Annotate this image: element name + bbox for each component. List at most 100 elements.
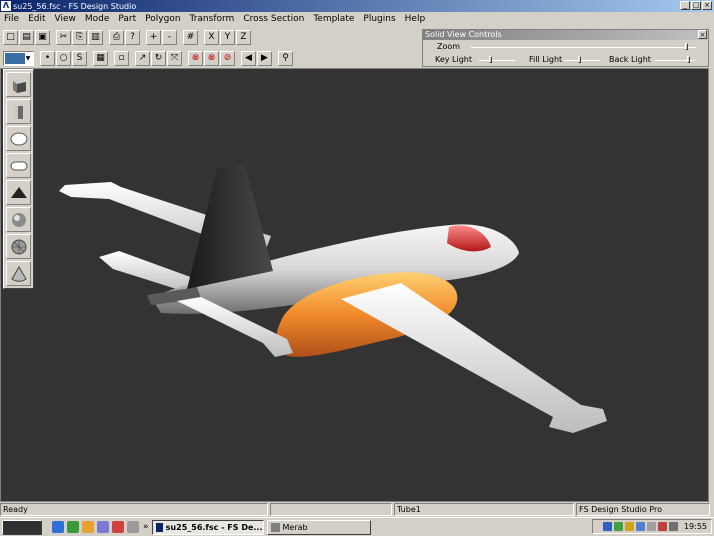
save-icon[interactable]: ▣	[35, 29, 50, 45]
window-app-icon	[270, 522, 280, 532]
fill-light-slider-track[interactable]	[564, 60, 600, 61]
key-light-slider-track[interactable]	[479, 60, 515, 61]
fsds-app-icon	[155, 522, 163, 532]
shape-selector[interactable]: ▼	[3, 50, 34, 66]
arrow-icon[interactable]: ↗	[135, 50, 150, 66]
system-tray: 19:55	[592, 519, 712, 534]
geosphere-icon[interactable]	[6, 234, 31, 259]
no-edit-icon[interactable]: ⊘	[220, 50, 235, 66]
maximize-button[interactable]: □	[691, 1, 701, 10]
tray-volume-icon[interactable]	[668, 522, 678, 531]
template-icon[interactable]: ▫	[114, 50, 129, 66]
browser-icon[interactable]	[52, 521, 64, 533]
prev-icon[interactable]: ◀	[241, 50, 256, 66]
back-light-slider-thumb[interactable]	[687, 56, 691, 63]
tool-icon[interactable]	[82, 521, 94, 533]
title-bar[interactable]: Λ su25_56.fsc - FS Design Studio _ □ ×	[0, 0, 714, 12]
menu-plugins[interactable]: Plugins	[363, 14, 395, 24]
sphere-icon[interactable]	[6, 207, 31, 232]
window-title: su25_56.fsc - FS Design Studio	[13, 1, 137, 11]
menu-view[interactable]: View	[55, 14, 76, 24]
tray-shield-icon[interactable]	[635, 522, 645, 531]
tray-security-icon[interactable]	[613, 522, 623, 531]
rotate-icon[interactable]: ↻	[151, 50, 166, 66]
zoom-in-icon[interactable]: +	[146, 29, 161, 45]
menu-bar: File Edit View Mode Part Polygon Transfo…	[0, 12, 714, 25]
close-button[interactable]: ×	[702, 1, 712, 10]
curve-icon[interactable]: S	[72, 50, 87, 66]
aircraft-model-render[interactable]	[1, 69, 708, 501]
copy-icon[interactable]: ⎘	[72, 29, 87, 45]
scale-icon[interactable]: ⤧	[167, 50, 182, 66]
menu-file[interactable]: File	[4, 14, 19, 24]
cut-icon[interactable]: ✂	[56, 29, 71, 45]
grid-icon[interactable]: #	[183, 29, 198, 45]
circle-icon[interactable]: ○	[56, 50, 71, 66]
window-controls: _ □ ×	[680, 1, 712, 10]
status-product: FS Design Studio Pro	[576, 503, 710, 516]
clock[interactable]: 19:55	[684, 522, 707, 531]
menu-mode[interactable]: Mode	[85, 14, 110, 24]
svc-title: Solid View Controls	[425, 30, 502, 39]
ellipse-icon[interactable]	[6, 126, 31, 151]
paste-icon[interactable]: ▥	[88, 29, 103, 45]
solid-view-viewport[interactable]	[0, 68, 709, 502]
pyramid-icon[interactable]	[6, 180, 31, 205]
menu-template[interactable]: Template	[313, 14, 354, 24]
taskbar-item-fsds[interactable]: su25_56.fsc - FS De...	[151, 519, 264, 535]
chevron-down-icon[interactable]: ▼	[24, 53, 32, 64]
svc-close-button[interactable]: ×	[698, 30, 707, 39]
menu-cross-section[interactable]: Cross Section	[243, 14, 304, 24]
tray-display-icon[interactable]	[646, 522, 656, 531]
capsule-icon[interactable]	[6, 153, 31, 178]
explorer-icon[interactable]	[67, 521, 79, 533]
status-bar: Ready Tube1 FS Design Studio Pro	[0, 503, 714, 516]
app-icon[interactable]: Λ	[1, 1, 11, 11]
status-message: Ready	[0, 503, 268, 516]
zoom-slider-thumb[interactable]	[685, 43, 689, 50]
x-axis-icon[interactable]: X	[204, 29, 219, 45]
taskbar-item-merab[interactable]: Merab	[266, 519, 371, 535]
z-axis-icon[interactable]: Z	[236, 29, 251, 45]
menu-edit[interactable]: Edit	[28, 14, 45, 24]
new-icon[interactable]: □	[3, 29, 18, 45]
point-icon[interactable]: •	[40, 50, 55, 66]
help-icon[interactable]: ?	[125, 29, 140, 45]
status-part: Tube1	[394, 503, 574, 516]
menu-help[interactable]: Help	[405, 14, 426, 24]
start-button[interactable]	[2, 519, 42, 535]
solid-view-controls: Solid View Controls × Zoom Key Light Fil…	[422, 29, 709, 67]
minimize-button[interactable]: _	[680, 1, 690, 10]
fill-light-slider-thumb[interactable]	[578, 56, 582, 63]
menu-transform[interactable]: Transform	[190, 14, 235, 24]
tray-app-icon[interactable]	[657, 522, 667, 531]
zoom-label: Zoom	[437, 42, 461, 51]
main-toolbar: □ ▤ ▣ ✂ ⎘ ▥ ⎙ ? + - # X Y Z	[0, 27, 251, 47]
no-move-icon[interactable]: ⊗	[204, 50, 219, 66]
next-icon[interactable]: ▶	[257, 50, 272, 66]
menu-polygon[interactable]: Polygon	[145, 14, 180, 24]
right-wing	[341, 283, 607, 433]
open-icon[interactable]: ▤	[19, 29, 34, 45]
zoom-out-icon[interactable]: -	[162, 29, 177, 45]
viewport-scrollbar[interactable]	[709, 68, 714, 502]
tray-network-icon[interactable]	[602, 522, 612, 531]
svc-title-bar[interactable]: Solid View Controls ×	[423, 30, 708, 40]
cube-icon[interactable]	[6, 72, 31, 97]
print-icon[interactable]: ⎙	[109, 29, 124, 45]
select-box-icon[interactable]: ▦	[93, 50, 108, 66]
find-icon[interactable]: ⚲	[278, 50, 293, 66]
key-light-slider-thumb[interactable]	[488, 56, 492, 63]
app-quick-icon[interactable]	[97, 521, 109, 533]
y-axis-icon[interactable]: Y	[220, 29, 235, 45]
tray-update-icon[interactable]	[624, 522, 634, 531]
chevron-right-icon[interactable]: »	[143, 522, 149, 532]
taskbar-item-label: su25_56.fsc - FS De...	[165, 522, 263, 532]
zoom-slider-track[interactable]	[471, 47, 696, 48]
no-select-icon[interactable]: ⊗	[188, 50, 203, 66]
media-icon[interactable]	[112, 521, 124, 533]
cone-icon[interactable]	[6, 261, 31, 286]
desktop-icon[interactable]	[127, 521, 139, 533]
cylinder-icon[interactable]	[6, 99, 31, 124]
menu-part[interactable]: Part	[118, 14, 136, 24]
